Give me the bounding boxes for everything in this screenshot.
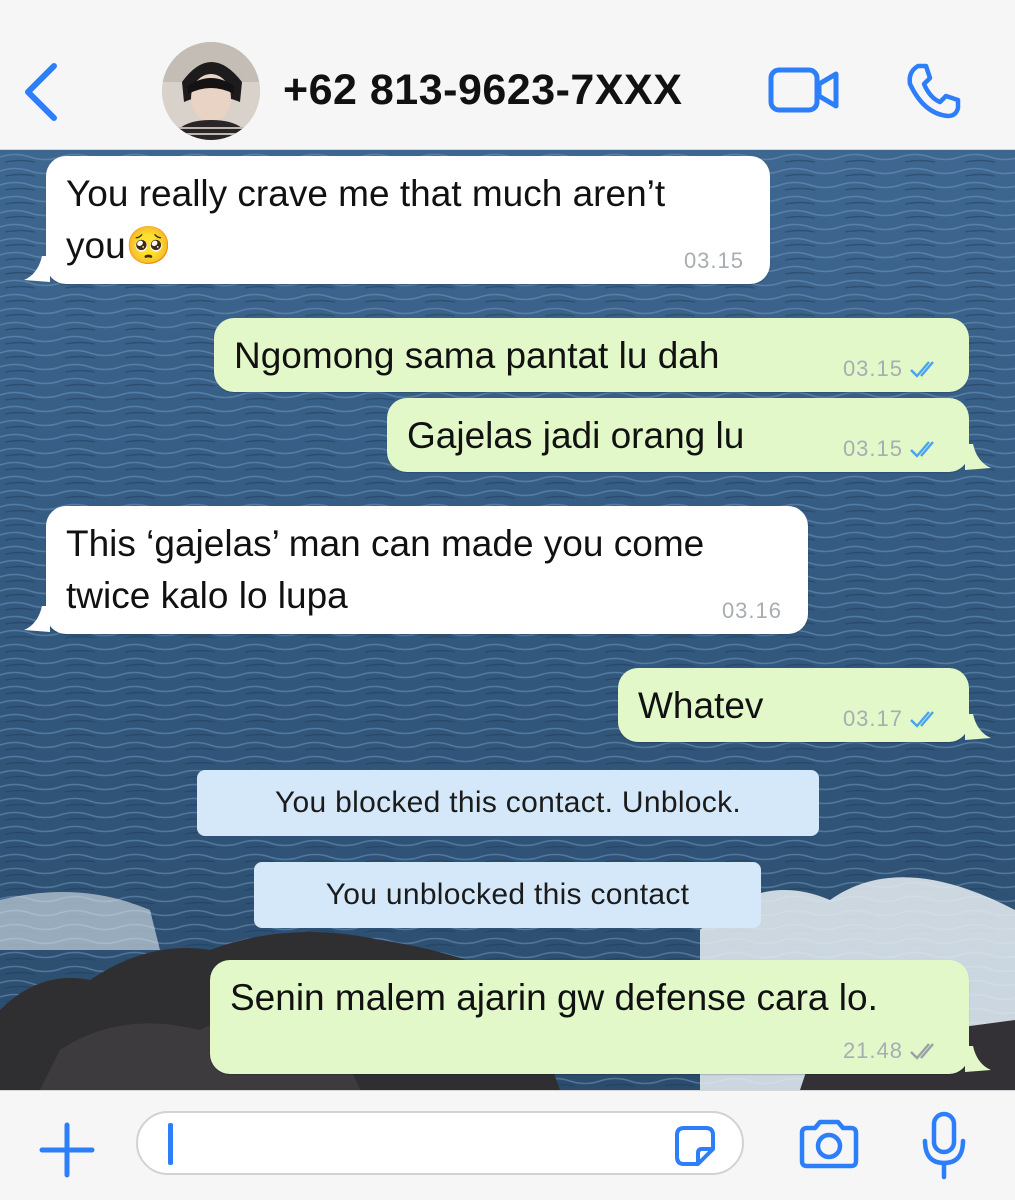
message-text: Ngomong sama pantat lu dah bbox=[234, 335, 720, 376]
text-caret bbox=[168, 1123, 173, 1165]
bubble-tail bbox=[965, 1046, 991, 1072]
message-bubble-outgoing[interactable]: Gajelas jadi orang lu 03.15 bbox=[387, 398, 991, 472]
bubble-tail bbox=[24, 256, 50, 282]
input-bar bbox=[0, 1090, 1015, 1200]
back-button[interactable] bbox=[20, 60, 64, 124]
message-bubble-incoming[interactable]: You really crave me that much aren’t you… bbox=[24, 156, 770, 284]
message-meta: 03.16 bbox=[722, 600, 782, 622]
read-receipt-icon bbox=[910, 361, 934, 378]
contact-name[interactable]: +62 813-9623-7XXX bbox=[283, 66, 682, 115]
message-meta: 03.15 bbox=[843, 438, 943, 460]
chat-header: +62 813-9623-7XXX bbox=[0, 0, 1015, 150]
bubble-tail bbox=[24, 606, 50, 632]
message-text: Senin malem ajarin gw defense cara lo. bbox=[230, 977, 878, 1018]
sticker-icon bbox=[675, 1126, 715, 1166]
message-input[interactable] bbox=[136, 1111, 744, 1175]
read-receipt-icon bbox=[910, 711, 934, 728]
bubble-tail bbox=[965, 714, 991, 740]
message-text: Gajelas jadi orang lu bbox=[407, 415, 745, 456]
message-bubble-outgoing[interactable]: Ngomong sama pantat lu dah 03.15 bbox=[214, 318, 969, 392]
chat-area[interactable]: You really crave me that much aren’t you… bbox=[0, 150, 1015, 1090]
message-meta: 03.15 bbox=[843, 358, 943, 380]
message-bubble-incoming[interactable]: This ‘gajelas’ man can made you come twi… bbox=[24, 506, 808, 634]
system-message-blocked[interactable]: You blocked this contact. Unblock. bbox=[197, 770, 819, 836]
attach-button[interactable] bbox=[38, 1121, 96, 1179]
bubble-tail bbox=[965, 444, 991, 470]
video-call-button[interactable] bbox=[768, 66, 840, 114]
message-time: 21.48 bbox=[842, 1038, 903, 1063]
message-meta: 21.48 bbox=[843, 1040, 943, 1062]
camera-icon bbox=[799, 1119, 859, 1169]
sticker-button[interactable] bbox=[674, 1125, 716, 1167]
microphone-icon bbox=[922, 1111, 966, 1180]
message-time: 03.15 bbox=[683, 248, 744, 273]
message-meta: 03.17 bbox=[843, 708, 943, 730]
chevron-left-icon bbox=[25, 63, 57, 121]
read-receipt-icon bbox=[910, 441, 934, 458]
phone-icon bbox=[907, 63, 961, 119]
delivered-receipt-icon bbox=[910, 1043, 934, 1060]
microphone-button[interactable] bbox=[920, 1111, 968, 1181]
message-text: You really crave me that much aren’t you… bbox=[66, 173, 666, 266]
message-bubble-outgoing[interactable]: Whatev 03.17 bbox=[618, 668, 991, 742]
avatar[interactable] bbox=[162, 42, 260, 140]
message-text: Whatev bbox=[638, 685, 764, 726]
message-time: 03.16 bbox=[721, 598, 782, 623]
message-time: 03.15 bbox=[842, 436, 903, 461]
message-text: This ‘gajelas’ man can made you come twi… bbox=[66, 523, 705, 616]
system-message-unblocked: You unblocked this contact bbox=[254, 862, 761, 928]
message-bubble-outgoing[interactable]: Senin malem ajarin gw defense cara lo. 2… bbox=[210, 960, 991, 1074]
plus-icon bbox=[39, 1122, 95, 1178]
voice-call-button[interactable] bbox=[904, 62, 962, 120]
message-time: 03.15 bbox=[842, 356, 903, 381]
video-camera-icon bbox=[768, 67, 839, 113]
camera-button[interactable] bbox=[798, 1119, 860, 1169]
message-meta: 03.15 bbox=[684, 250, 744, 272]
message-time: 03.17 bbox=[842, 706, 903, 731]
